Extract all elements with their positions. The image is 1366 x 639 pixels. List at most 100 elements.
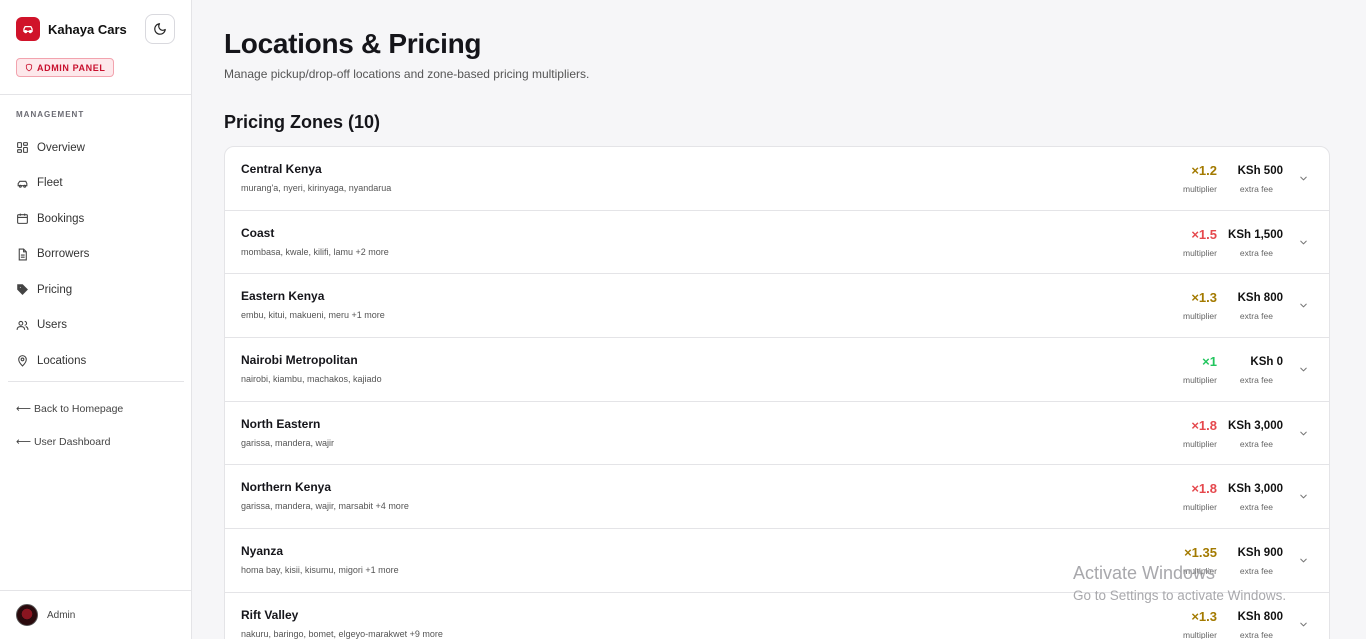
zone-multiplier: ×1.3 multiplier — [1183, 609, 1217, 639]
sidebar-item-label: Pricing — [37, 283, 73, 296]
extra-fee-value: KSh 800 — [1237, 292, 1283, 305]
extra-fee-label: extra fee — [1239, 502, 1273, 513]
document-icon — [18, 248, 27, 261]
sidebar-item-fleet[interactable]: Fleet — [16, 166, 176, 202]
chevron-down-icon[interactable] — [1298, 300, 1309, 311]
chevron-down-icon[interactable] — [1298, 173, 1309, 184]
zone-extra-fee: KSh 800 extra fee — [1213, 290, 1283, 321]
divider — [0, 590, 191, 591]
chevron-down-icon[interactable] — [1298, 237, 1309, 248]
zone-multiplier: ×1.5 multiplier — [1183, 227, 1217, 258]
pricing-zones-title: Pricing Zones (10) — [224, 112, 381, 132]
user-profile[interactable]: Admin — [16, 604, 75, 626]
zone-name: North Eastern — [241, 416, 321, 431]
admin-panel-badge: ADMIN PANEL — [16, 58, 115, 77]
zone-multiplier: ×1.8 multiplier — [1183, 418, 1217, 449]
sidebar-item-label: Overview — [37, 141, 85, 154]
calendar-icon — [17, 213, 28, 225]
zone-extra-fee: KSh 500 extra fee — [1213, 163, 1283, 194]
divider — [8, 381, 184, 382]
zone-row[interactable]: Coast mombasa, kwale, kilifi, lamu +2 mo… — [225, 211, 1329, 275]
zone-extra-fee: KSh 900 extra fee — [1213, 545, 1283, 576]
back-to-homepage-link[interactable]: ⟵ Back to Homepage — [16, 403, 123, 415]
sidebar-item-label: Bookings — [37, 212, 85, 225]
zone-name: Northern Kenya — [241, 480, 332, 495]
shield-icon — [25, 63, 33, 72]
avatar — [16, 604, 38, 626]
multiplier-value: ×1.8 — [1191, 417, 1217, 433]
multiplier-value: ×1.35 — [1184, 545, 1217, 561]
chevron-down-icon[interactable] — [1298, 555, 1309, 566]
admin-panel-label: ADMIN PANEL — [37, 62, 106, 73]
zone-multiplier: ×1.2 multiplier — [1183, 163, 1217, 194]
zone-areas: nakuru, baringo, bomet, elgeyo-marakwet … — [241, 628, 443, 639]
zone-name: Eastern Kenya — [241, 289, 325, 304]
zone-areas: homa bay, kisii, kisumu, migori +1 more — [241, 565, 399, 576]
zone-row[interactable]: Northern Kenya garissa, mandera, wajir, … — [225, 465, 1329, 530]
extra-fee-value: KSh 1,500 — [1228, 228, 1283, 241]
user-name: Admin — [47, 609, 76, 621]
chevron-down-icon[interactable] — [1298, 619, 1309, 630]
zone-areas: embu, kitui, makueni, meru +1 more — [241, 310, 385, 321]
extra-fee-value: KSh 900 — [1237, 547, 1283, 560]
zone-row[interactable]: Nairobi Metropolitan nairobi, kiambu, ma… — [225, 338, 1329, 402]
sidebar-item-overview[interactable]: Overview — [16, 130, 176, 166]
map-pin-icon — [18, 355, 27, 367]
zone-areas: garissa, mandera, wajir, marsabit +4 mor… — [241, 501, 409, 512]
multiplier-label: multiplier — [1182, 247, 1217, 258]
extra-fee-label: extra fee — [1239, 375, 1273, 386]
zone-extra-fee: KSh 0 extra fee — [1213, 354, 1283, 385]
zone-multiplier: ×1.8 multiplier — [1183, 481, 1217, 512]
car-logo-icon — [16, 17, 40, 41]
multiplier-value: ×1.3 — [1191, 290, 1217, 306]
zone-multiplier: ×1 multiplier — [1183, 354, 1217, 385]
user-dashboard-link[interactable]: ⟵ User Dashboard — [16, 436, 110, 448]
zone-areas: mombasa, kwale, kilifi, lamu +2 more — [241, 246, 389, 257]
sidebar-item-label: Borrowers — [37, 248, 90, 261]
sidebar-item-label: Locations — [37, 354, 87, 367]
extra-fee-label: extra fee — [1239, 438, 1273, 449]
zone-extra-fee: KSh 3,000 extra fee — [1213, 481, 1283, 512]
extra-fee-value: KSh 3,000 — [1228, 483, 1283, 496]
sidebar-item-users[interactable]: Users — [16, 308, 176, 344]
sidebar-item-bookings[interactable]: Bookings — [16, 201, 176, 237]
zone-name: Coast — [241, 225, 275, 240]
sidebar-item-pricing[interactable]: Pricing — [16, 272, 176, 308]
zone-areas: garissa, mandera, wajir — [241, 437, 335, 448]
zone-row[interactable]: North Eastern garissa, mandera, wajir ×1… — [225, 402, 1329, 466]
extra-fee-value: KSh 0 — [1250, 356, 1283, 369]
zone-row[interactable]: Central Kenya murang'a, nyeri, kirinyaga… — [225, 147, 1329, 211]
multiplier-value: ×1.3 — [1191, 608, 1217, 624]
multiplier-label: multiplier — [1182, 311, 1217, 322]
users-icon — [16, 320, 29, 330]
zone-row[interactable]: Eastern Kenya embu, kitui, makueni, meru… — [225, 274, 1329, 339]
extra-fee-value: KSh 500 — [1237, 165, 1283, 177]
zone-name: Rift Valley — [241, 607, 299, 622]
extra-fee-label: extra fee — [1239, 311, 1273, 322]
page-subtitle: Manage pickup/drop-off locations and zon… — [224, 67, 590, 81]
car-icon — [17, 180, 28, 188]
grid-icon — [17, 142, 28, 154]
theme-toggle-button[interactable] — [145, 14, 175, 44]
section-label-management: MANAGEMENT — [16, 110, 85, 119]
page-title: Locations & Pricing — [224, 28, 482, 59]
sidebar-item-label: Fleet — [37, 177, 63, 190]
windows-watermark-title: Activate Windows — [1073, 563, 1216, 583]
chevron-down-icon[interactable] — [1298, 364, 1309, 375]
zone-name: Nairobi Metropolitan — [241, 353, 358, 368]
brand-name: Kahaya Cars — [48, 21, 127, 37]
chevron-down-icon[interactable] — [1298, 428, 1309, 439]
sidebar-item-locations[interactable]: Locations — [16, 343, 176, 379]
extra-fee-value: KSh 800 — [1237, 610, 1283, 623]
extra-fee-label: extra fee — [1239, 247, 1273, 258]
brand[interactable]: Kahaya Cars — [16, 17, 127, 41]
extra-fee-label: extra fee — [1239, 184, 1273, 194]
sidebar: Kahaya Cars ADMIN PANEL MANAGEMENT Overv… — [0, 0, 192, 639]
multiplier-label: multiplier — [1182, 375, 1217, 386]
zone-extra-fee: KSh 1,500 extra fee — [1213, 227, 1283, 258]
sidebar-item-borrowers[interactable]: Borrowers — [16, 237, 176, 273]
tag-icon — [17, 284, 28, 296]
zone-extra-fee: KSh 800 extra fee — [1213, 609, 1283, 639]
multiplier-value: ×1.8 — [1191, 481, 1217, 497]
chevron-down-icon[interactable] — [1298, 491, 1309, 502]
